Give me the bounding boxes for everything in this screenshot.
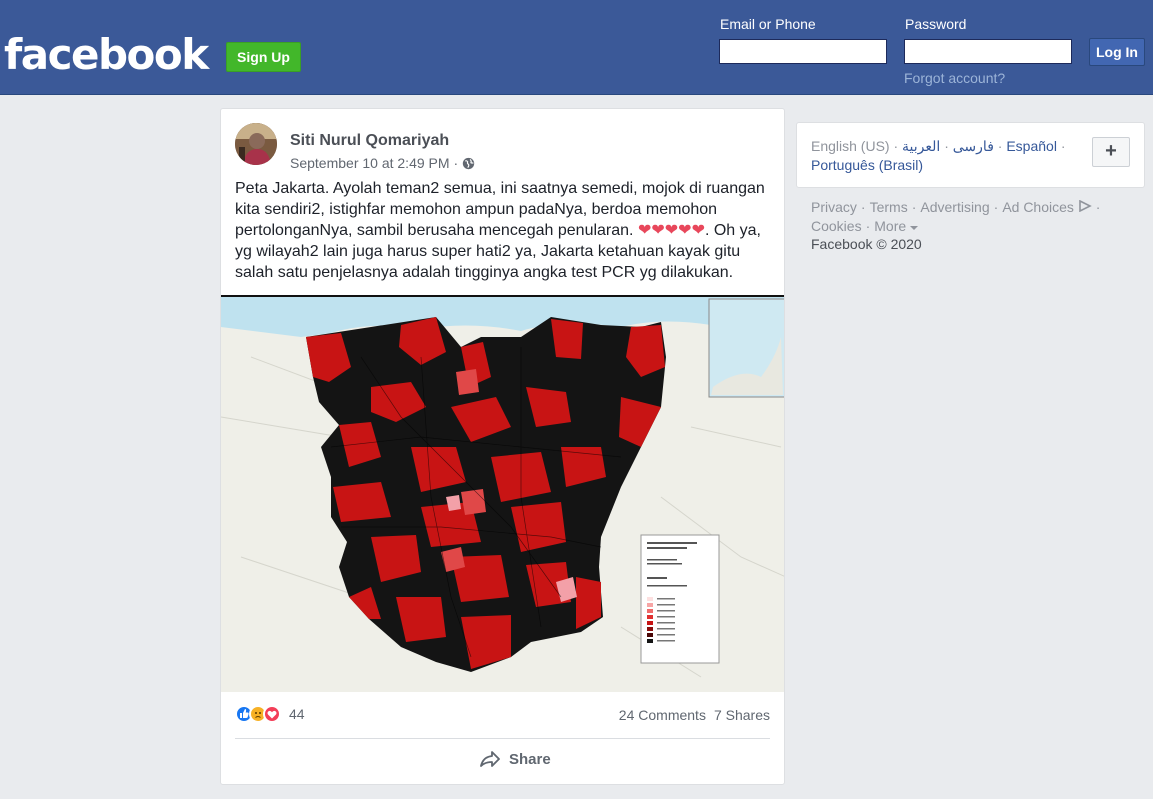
password-field[interactable] — [904, 39, 1072, 64]
post-timestamp[interactable]: September 10 at 2:49 PM — [290, 155, 450, 171]
post-author[interactable]: Siti Nurul Qomariyah — [290, 132, 449, 150]
footer-sep: · — [860, 199, 866, 215]
lang-sep: · — [993, 138, 1007, 154]
hearts-emoji: ❤❤❤❤❤ — [637, 222, 705, 239]
lang-sep: · — [940, 138, 953, 154]
language-link-spanish[interactable]: Español — [1006, 138, 1057, 154]
comments-count[interactable]: 24 Comments — [619, 707, 706, 723]
footer-link-cookies[interactable]: Cookies — [811, 218, 862, 234]
post-stats: 24 Comments 7 Shares — [619, 707, 770, 723]
love-reaction-icon — [263, 705, 281, 723]
share-label: Share — [509, 750, 551, 768]
login-button[interactable]: Log In — [1089, 38, 1145, 66]
email-field[interactable] — [719, 39, 887, 64]
divider — [235, 738, 770, 739]
share-button[interactable]: Share — [479, 750, 551, 768]
signup-button[interactable]: Sign Up — [226, 42, 301, 72]
footer-sep: · — [911, 199, 917, 215]
shares-count[interactable]: 7 Shares — [714, 707, 770, 723]
current-language: English (US) — [811, 138, 890, 154]
lang-sep: · — [1056, 138, 1066, 154]
footer-link-privacy[interactable]: Privacy — [811, 199, 857, 215]
language-link-portuguese[interactable]: Português (Brasil) — [811, 157, 923, 173]
footer-link-more[interactable]: More — [874, 218, 906, 234]
language-link-arabic[interactable]: العربية — [902, 138, 940, 154]
post-meta: September 10 at 2:49 PM · — [290, 155, 475, 171]
copyright: Facebook © 2020 — [811, 236, 922, 252]
meta-separator: · — [453, 155, 459, 171]
password-label: Password — [905, 16, 967, 32]
reaction-count[interactable]: 44 — [289, 706, 305, 722]
footer-link-ad-choices[interactable]: Ad Choices — [1002, 199, 1074, 215]
ad-choices-icon — [1078, 199, 1092, 213]
avatar[interactable] — [235, 123, 277, 165]
language-list: English (US) · فارسی · العربية · Español… — [811, 137, 1071, 175]
footer-sep: · — [865, 218, 871, 234]
footer-link-advertising[interactable]: Advertising — [920, 199, 989, 215]
chevron-down-icon — [910, 226, 919, 230]
forgot-account-link[interactable]: Forgot account? — [904, 70, 1005, 86]
footer-link-terms[interactable]: Terms — [870, 199, 908, 215]
language-selector-card: English (US) · فارسی · العربية · Español… — [796, 122, 1145, 188]
post-card: Siti Nurul Qomariyah September 10 at 2:4… — [220, 108, 785, 785]
post-text: Peta Jakarta. Ayolah teman2 semua, ini s… — [235, 178, 770, 283]
post-image-jakarta-map[interactable] — [221, 295, 784, 692]
more-languages-button[interactable]: + — [1092, 137, 1130, 167]
reactions[interactable]: 44 — [235, 705, 305, 723]
top-navbar: facebook Sign Up Email or Phone Password… — [0, 0, 1153, 95]
footer-links: Privacy · Terms · Advertising · Ad Choices · C… — [811, 198, 1141, 236]
language-link-farsi[interactable]: فارسی — [953, 138, 994, 154]
facebook-logo[interactable]: facebook — [4, 28, 209, 82]
globe-icon — [463, 157, 475, 169]
lang-sep: · — [889, 138, 903, 154]
share-icon — [480, 751, 500, 767]
footer-sep: · — [993, 199, 999, 215]
footer-sep: · — [1095, 199, 1101, 215]
email-label: Email or Phone — [720, 16, 816, 32]
